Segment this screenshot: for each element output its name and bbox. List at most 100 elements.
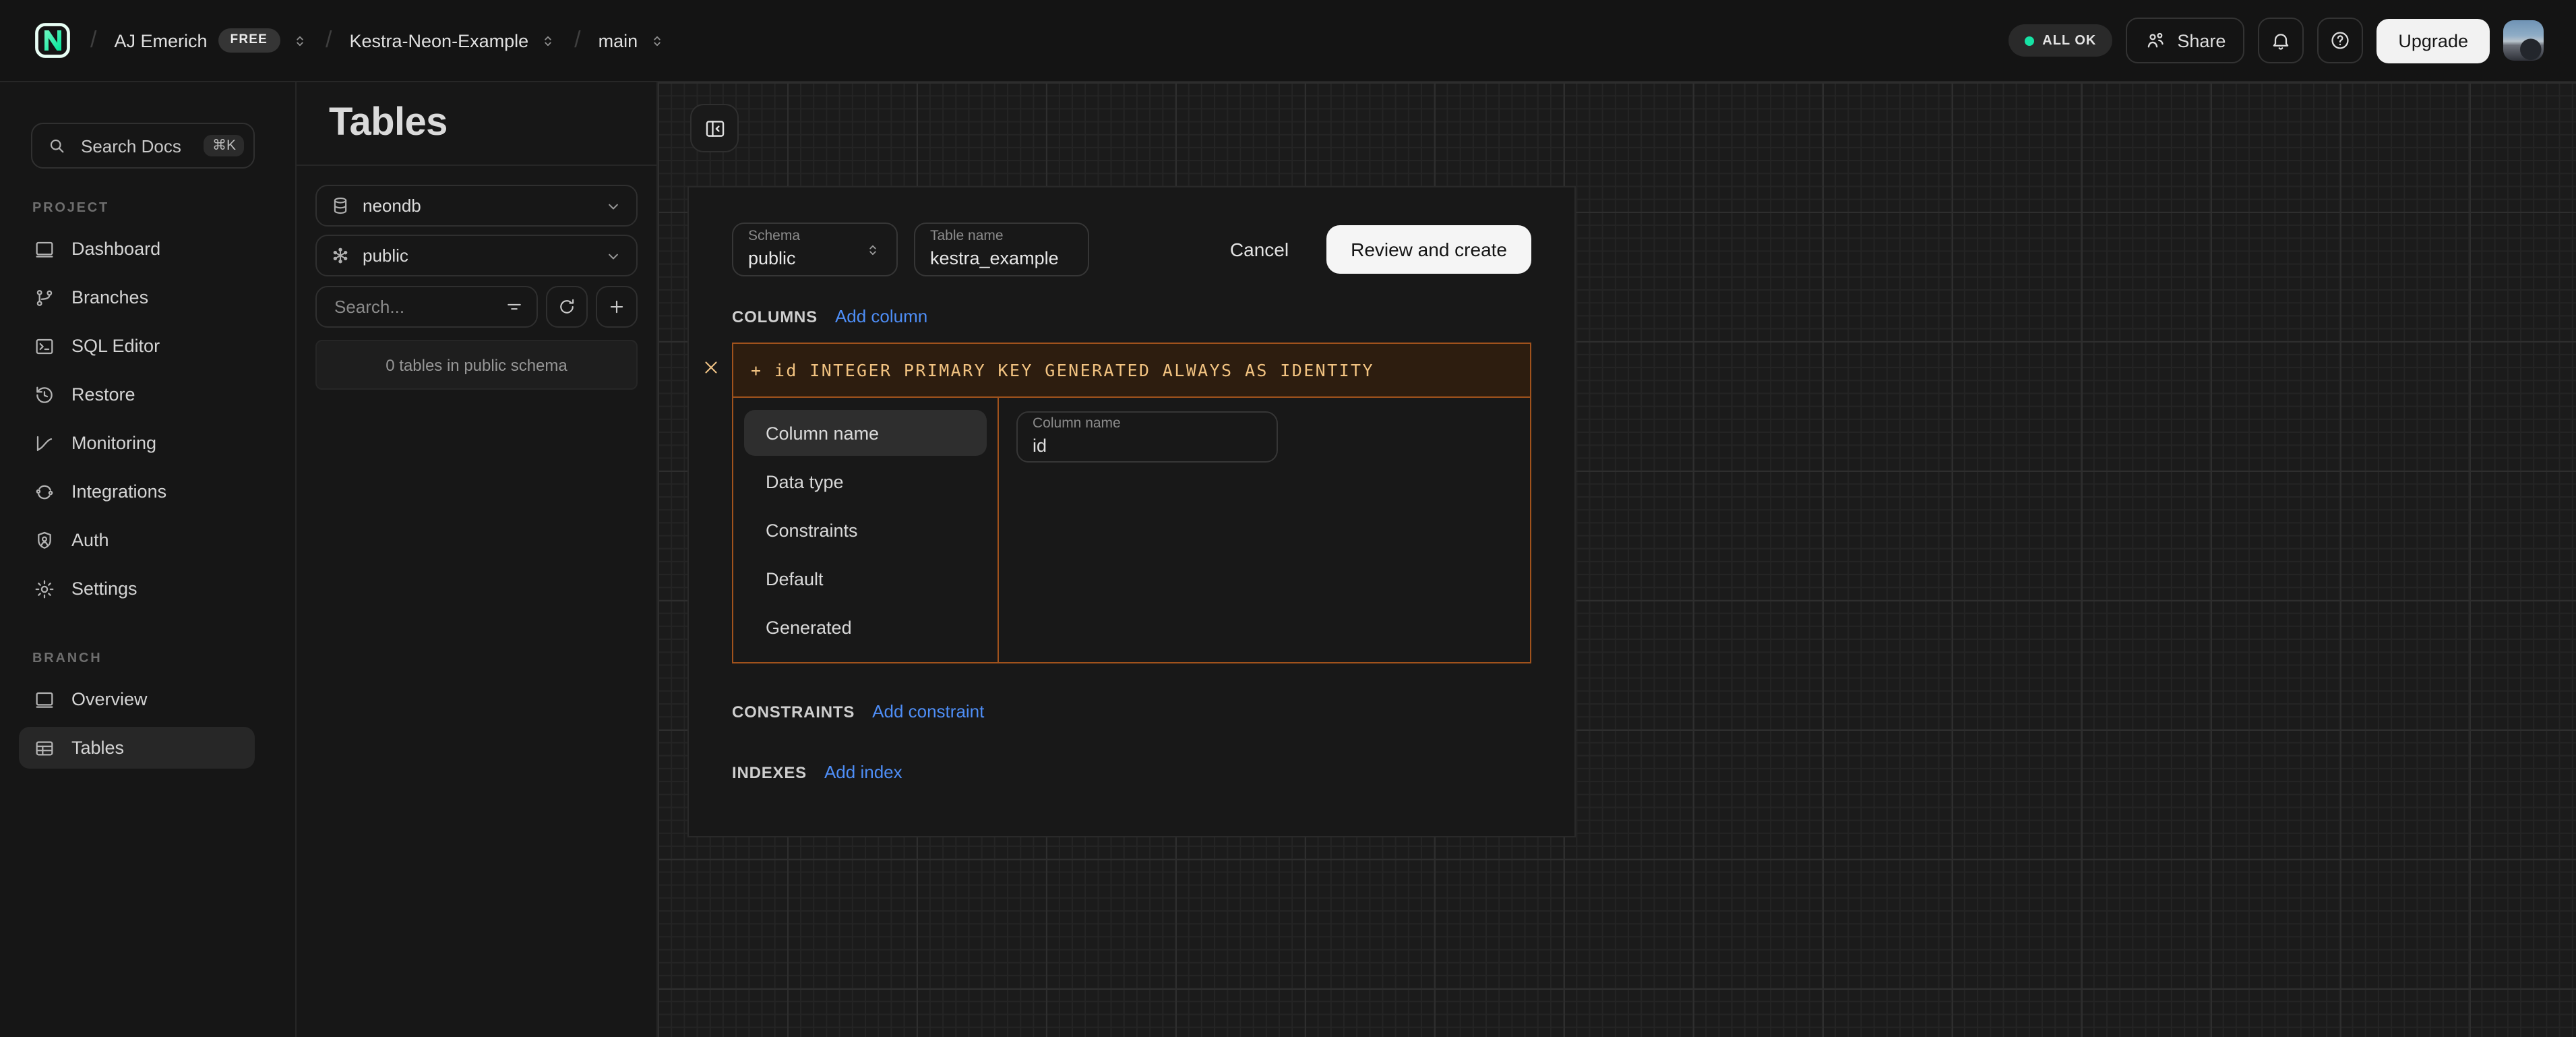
schema-field[interactable]: Schema public: [732, 223, 898, 276]
sidebar-item-tables[interactable]: Tables: [19, 727, 255, 769]
add-constraint-link[interactable]: Add constraint: [872, 701, 984, 721]
tab-data-type[interactable]: Data type: [744, 458, 987, 504]
tables-search[interactable]: [315, 286, 538, 328]
share-button[interactable]: Share: [2126, 18, 2244, 63]
sidebar-item-label: Settings: [71, 579, 137, 599]
sidebar-item-label: Integrations: [71, 481, 166, 502]
card-header-row: Schema public Table name kestra_example: [689, 187, 1574, 276]
plan-badge: FREE: [218, 29, 280, 53]
chevron-down-icon: [604, 246, 623, 265]
sidebar-item-settings[interactable]: Settings: [19, 568, 255, 610]
constraints-section-header: CONSTRAINTS Add constraint: [732, 701, 1531, 721]
integrations-icon: [34, 481, 55, 502]
create-table-card: Schema public Table name kestra_example: [687, 186, 1576, 837]
review-and-create-button[interactable]: Review and create: [1326, 225, 1531, 274]
sidebar-item-overview[interactable]: Overview: [19, 678, 255, 720]
database-select[interactable]: neondb: [315, 185, 638, 227]
sidebar-item-restore[interactable]: Restore: [19, 374, 255, 415]
tab-default[interactable]: Default: [744, 556, 987, 601]
constraints-label: CONSTRAINTS: [732, 702, 855, 721]
bell-icon: [2270, 30, 2292, 51]
notifications-button[interactable]: [2258, 18, 2304, 63]
header-actions: ALL OK Share Upgrade: [2008, 18, 2544, 63]
cancel-button[interactable]: Cancel: [1230, 239, 1289, 260]
breadcrumb-separator: /: [574, 27, 580, 54]
column-name-field[interactable]: Column name: [1016, 411, 1278, 463]
search-docs-label: Search Docs: [81, 136, 191, 156]
select-updown-icon: [539, 32, 557, 49]
tables-panel-body: neondb public: [297, 166, 656, 409]
chevron-down-icon: [604, 196, 623, 215]
history-icon: [34, 384, 55, 405]
branch-switcher[interactable]: main: [599, 30, 667, 51]
avatar[interactable]: [2503, 20, 2544, 61]
sidebar-item-branches[interactable]: Branches: [19, 276, 255, 318]
sidebar: Search Docs ⌘K PROJECT Dashboard Branche…: [0, 82, 297, 1037]
tables-toolbar: [315, 286, 638, 328]
column-name-input[interactable]: [1033, 434, 1262, 458]
tables-search-input[interactable]: [332, 295, 504, 318]
column-name-field-label: Column name: [1033, 416, 1262, 434]
database-value: neondb: [363, 196, 421, 216]
search-icon: [47, 136, 67, 156]
search-docs-button[interactable]: Search Docs ⌘K: [31, 123, 255, 169]
breadcrumb: / AJ Emerich FREE / Kestra-Neon-Example …: [32, 20, 666, 61]
sidebar-item-label: Monitoring: [71, 433, 156, 453]
terminal-icon: [34, 335, 55, 357]
add-index-link[interactable]: Add index: [824, 762, 902, 782]
neon-logo-icon[interactable]: [32, 20, 73, 61]
indexes-label: INDEXES: [732, 763, 807, 781]
page-title: Tables: [329, 101, 448, 146]
sidebar-item-auth[interactable]: Auth: [19, 519, 255, 561]
add-column-link[interactable]: Add column: [835, 306, 927, 326]
column-sql-row[interactable]: + id INTEGER PRIMARY KEY GENERATED ALWAY…: [733, 344, 1530, 398]
table-icon: [34, 737, 55, 759]
window-icon: [34, 238, 55, 260]
select-updown-icon: [864, 241, 882, 258]
filter-icon[interactable]: [504, 297, 524, 317]
tables-panel-header: Tables: [297, 82, 656, 166]
table-name-label: Table name: [930, 229, 1073, 247]
org-switcher[interactable]: AJ Emerich FREE: [114, 29, 308, 53]
shield-user-icon: [34, 529, 55, 551]
status-badge[interactable]: ALL OK: [2008, 24, 2112, 57]
schema-icon: [330, 245, 350, 266]
content-row: Search Docs ⌘K PROJECT Dashboard Branche…: [0, 82, 2576, 1037]
status-dot-icon: [2025, 36, 2034, 45]
refresh-button[interactable]: [546, 286, 588, 328]
schema-select[interactable]: public: [315, 235, 638, 276]
gear-icon: [34, 578, 55, 599]
tab-constraints[interactable]: Constraints: [744, 507, 987, 553]
select-updown-icon: [648, 32, 666, 49]
tables-panel: Tables neondb public: [297, 82, 658, 1037]
sidebar-item-integrations[interactable]: Integrations: [19, 471, 255, 512]
add-table-button[interactable]: [596, 286, 638, 328]
column-editor-content: Column name: [999, 398, 1530, 662]
empty-state: 0 tables in public schema: [315, 340, 638, 390]
project-switcher[interactable]: Kestra-Neon-Example: [350, 30, 557, 51]
table-name-field[interactable]: Table name kestra_example: [914, 223, 1089, 276]
upgrade-button[interactable]: Upgrade: [2376, 18, 2490, 63]
column-editor: + id INTEGER PRIMARY KEY GENERATED ALWAY…: [732, 343, 1531, 663]
remove-column-button[interactable]: [698, 355, 723, 379]
main-area: Schema public Table name kestra_example: [658, 82, 2576, 1037]
sidebar-item-label: Auth: [71, 530, 109, 550]
sidebar-item-sql-editor[interactable]: SQL Editor: [19, 325, 255, 367]
tab-column-name[interactable]: Column name: [744, 410, 987, 456]
app: / AJ Emerich FREE / Kestra-Neon-Example …: [0, 0, 2576, 1037]
branch-name: main: [599, 30, 638, 51]
breadcrumb-separator: /: [90, 27, 96, 54]
collapse-panel-button[interactable]: [690, 104, 739, 152]
sidebar-item-label: Dashboard: [71, 239, 160, 259]
tab-generated[interactable]: Generated: [744, 604, 987, 650]
column-editor-tabs: Column name Data type Constraints Defaul…: [733, 398, 999, 662]
refresh-icon: [557, 297, 577, 317]
sidebar-item-label: Tables: [71, 738, 124, 758]
sidebar-item-dashboard[interactable]: Dashboard: [19, 228, 255, 270]
window-icon: [34, 688, 55, 710]
select-updown-icon: [290, 32, 308, 49]
git-branch-icon: [34, 287, 55, 308]
help-button[interactable]: [2317, 18, 2363, 63]
sidebar-item-monitoring[interactable]: Monitoring: [19, 422, 255, 464]
help-icon: [2329, 30, 2351, 51]
